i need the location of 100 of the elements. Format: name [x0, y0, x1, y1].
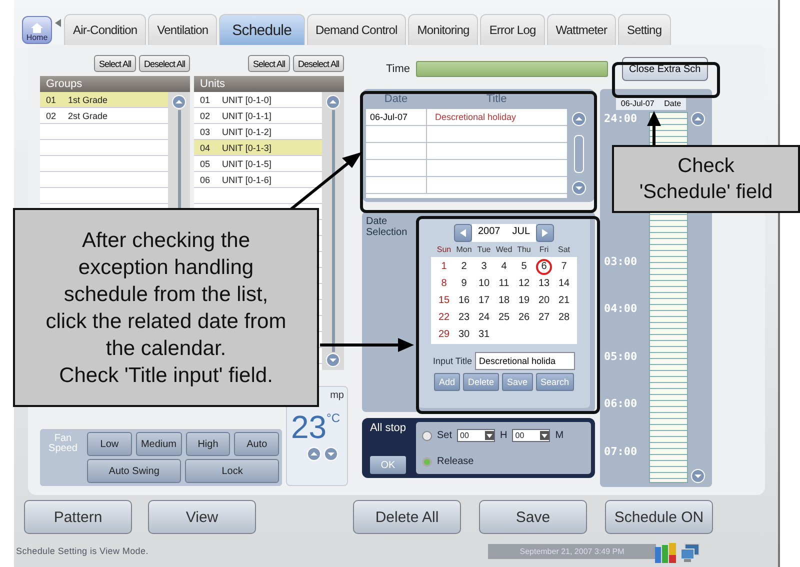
calendar-day[interactable]: 12 — [514, 275, 534, 292]
row-number: 04 — [200, 142, 210, 152]
row-number: 01 — [200, 94, 210, 104]
home-button[interactable]: Home — [22, 16, 52, 44]
action-button[interactable]: View — [148, 500, 256, 534]
fan-option-button[interactable]: Lock — [185, 459, 280, 483]
status-bars-icon[interactable] — [655, 543, 677, 563]
date-cell[interactable]: 06-Jul-07 — [366, 109, 427, 125]
calendar-day[interactable]: 7 — [554, 258, 574, 275]
calendar-day[interactable]: 21 — [554, 292, 574, 309]
scroll-down-icon[interactable] — [691, 469, 706, 483]
nav-tab[interactable]: Ventilation — [148, 14, 218, 45]
fan-speed-button[interactable]: Auto — [234, 432, 280, 456]
calendar-day[interactable]: 4 — [494, 258, 514, 275]
hour-label: 05:00 — [604, 350, 638, 362]
calendar-day[interactable]: 22 — [434, 309, 454, 326]
select-all-button[interactable]: Select All — [248, 55, 290, 72]
nav-tab[interactable]: Demand Control — [306, 14, 406, 45]
calendar-day[interactable]: 18 — [494, 292, 514, 309]
list-row[interactable]: 04 UNIT [0-1-3] — [194, 140, 322, 156]
hour-label: 07:00 — [604, 444, 638, 458]
minute-select[interactable]: 00 — [512, 429, 550, 442]
calendar-day[interactable]: 8 — [434, 275, 454, 292]
fan-speed-label: Fan Speed — [48, 434, 78, 454]
scroll-up-icon[interactable] — [172, 95, 186, 109]
weekday-label: Wed — [494, 245, 514, 254]
calendar-day[interactable]: 2 — [454, 258, 474, 275]
weekday-label: Sun — [436, 245, 452, 254]
fan-option-button[interactable]: Auto Swing — [87, 459, 182, 483]
calendar-day[interactable]: 31 — [474, 326, 494, 343]
calendar-day[interactable]: 23 — [454, 309, 474, 326]
hour-label: 04:00 — [604, 302, 638, 315]
scroll-up-icon[interactable] — [691, 112, 706, 126]
previous-month-button[interactable] — [454, 224, 472, 242]
hour-select[interactable]: 00 — [457, 429, 496, 442]
calendar-day[interactable]: 20 — [534, 292, 554, 309]
calendar-day[interactable]: 17 — [474, 292, 494, 309]
title-input-field[interactable]: Descretional holida — [475, 352, 576, 370]
deselect-all-button[interactable]: Deselect All — [292, 55, 344, 72]
calendar-day[interactable]: 28 — [554, 309, 574, 326]
nav-tab[interactable]: Schedule — [219, 14, 305, 45]
action-button[interactable]: Pattern — [24, 500, 132, 534]
weekday-label: Fri — [538, 245, 550, 254]
calendar-day[interactable]: 14 — [554, 275, 574, 292]
fan-speed-button[interactable]: High — [186, 432, 230, 456]
action-button[interactable]: Schedule ON — [605, 500, 713, 534]
calendar-day[interactable]: 6 — [536, 258, 552, 274]
hour-label: 24:00 — [604, 112, 638, 125]
calendar-day[interactable]: 27 — [534, 309, 554, 326]
scroll-down-icon[interactable] — [326, 353, 340, 367]
network-computer-icon[interactable] — [680, 543, 700, 563]
row-number: 02 — [200, 110, 210, 120]
calendar-day[interactable]: 19 — [514, 292, 534, 309]
fan-speed-button[interactable]: Low — [87, 432, 132, 456]
list-row[interactable]: 01 1st Grade — [40, 92, 168, 108]
calendar-day[interactable]: 16 — [454, 292, 474, 309]
weekday-label: Sat — [556, 245, 571, 254]
action-button[interactable]: Delete All — [353, 500, 461, 534]
list-header: Groups — [40, 76, 190, 92]
row-name: UNIT [0-1-3] — [222, 142, 272, 152]
radio-button[interactable] — [422, 430, 432, 440]
nav-tab[interactable]: Wattmeter — [546, 14, 616, 45]
nav-tab[interactable]: Air-Condition — [64, 14, 146, 45]
nav-tab[interactable]: Monitoring — [408, 14, 478, 45]
calendar-day[interactable]: 24 — [474, 309, 494, 326]
date-selection-label: Date Selection — [366, 216, 408, 238]
select-all-button[interactable]: Select All — [94, 55, 136, 72]
deselect-all-button[interactable]: Deselect All — [138, 55, 190, 72]
calendar-day[interactable]: 10 — [474, 275, 494, 292]
calendar-day[interactable]: 5 — [514, 258, 534, 275]
scroll-up-icon[interactable] — [326, 95, 340, 109]
scroll-up-icon[interactable] — [572, 112, 586, 126]
calendar-day[interactable]: 25 — [494, 309, 514, 326]
fan-speed-button[interactable]: Medium — [136, 432, 182, 456]
action-button[interactable]: Save — [479, 500, 587, 534]
calendar-day[interactable]: 3 — [474, 258, 494, 275]
temp-label: mp — [330, 390, 344, 401]
calendar-day[interactable]: 9 — [454, 275, 474, 292]
calendar-day[interactable]: 30 — [454, 326, 474, 343]
title-cell[interactable]: Descretional holiday — [427, 109, 567, 125]
calendar-day[interactable]: 11 — [494, 275, 514, 292]
nav-tab[interactable]: Error Log — [480, 14, 545, 45]
calendar-day[interactable]: 15 — [434, 292, 454, 309]
calendar-day[interactable]: 29 — [434, 326, 454, 343]
scroll-thumb[interactable] — [574, 134, 584, 172]
minute-unit: M — [555, 430, 564, 441]
radio-button[interactable] — [422, 456, 432, 466]
list-row[interactable]: 06 UNIT [0-1-6] — [194, 172, 322, 188]
left-caret-icon[interactable] — [55, 18, 61, 26]
right-triangle-icon — [542, 229, 548, 237]
row-number: 01 — [46, 94, 56, 104]
scroll-down-icon[interactable] — [572, 181, 586, 195]
nav-tab[interactable]: Setting — [618, 14, 671, 45]
calendar-day[interactable]: 13 — [534, 275, 554, 292]
next-month-button[interactable] — [536, 224, 554, 242]
calendar-day[interactable]: 1 — [434, 258, 454, 275]
temp-down-icon[interactable] — [324, 447, 338, 461]
column-header: Date — [383, 93, 409, 107]
calendar-day[interactable]: 26 — [514, 309, 534, 326]
temp-up-icon[interactable] — [307, 447, 321, 461]
